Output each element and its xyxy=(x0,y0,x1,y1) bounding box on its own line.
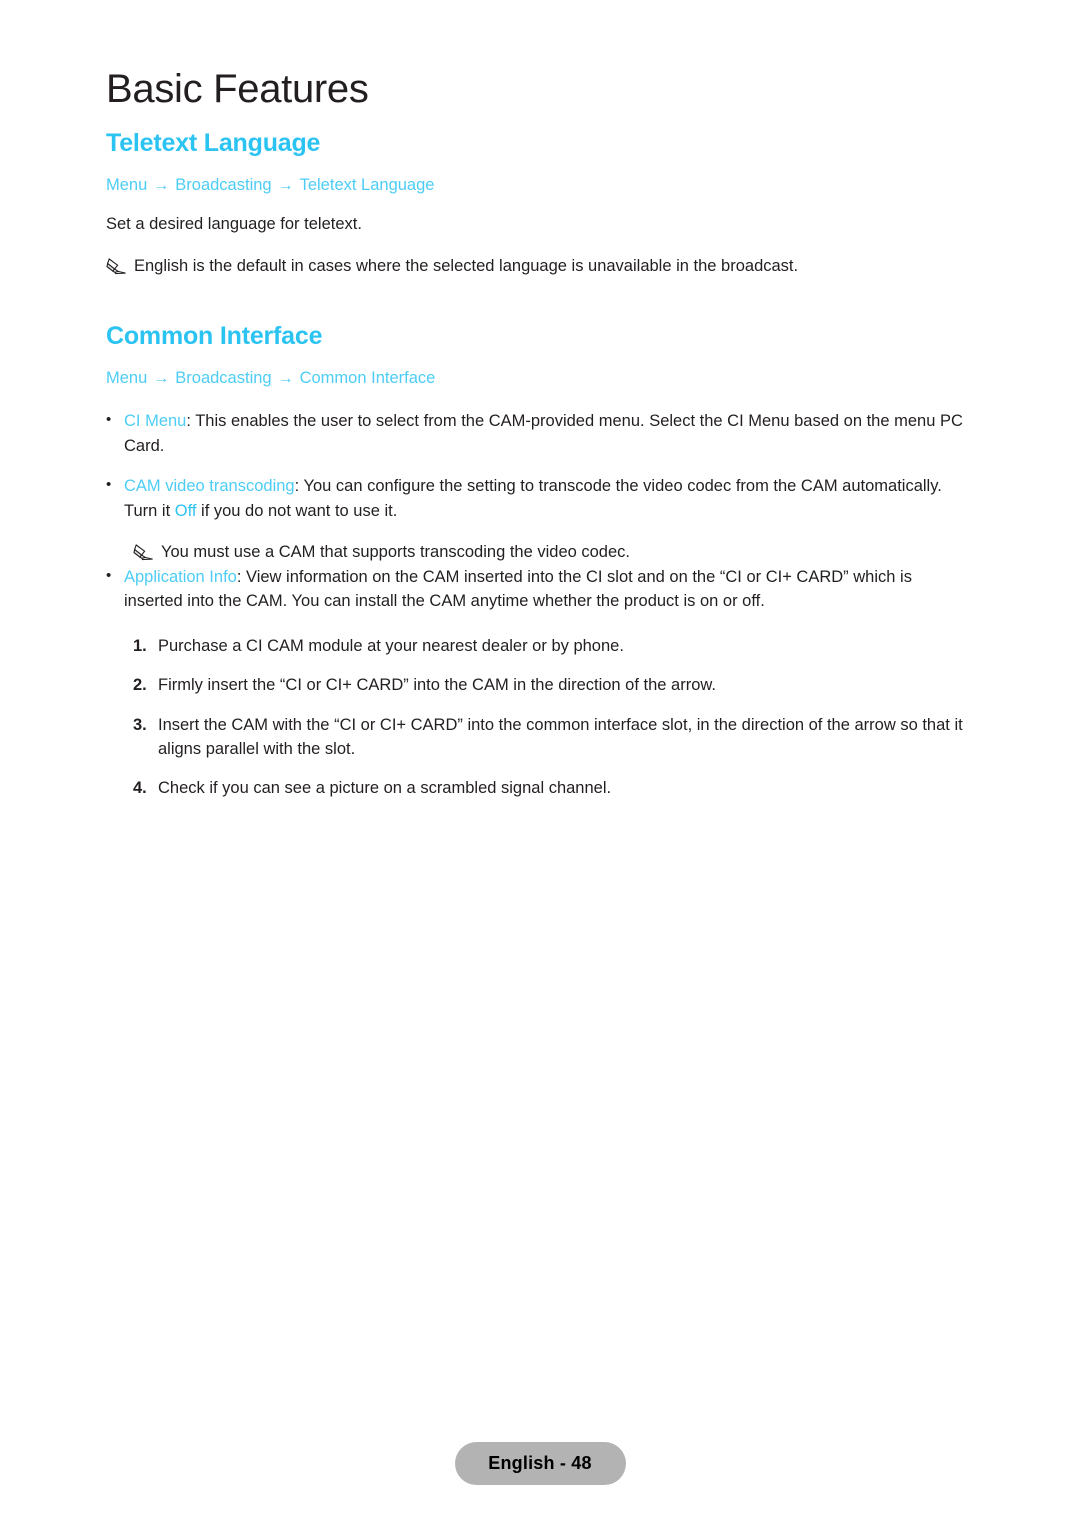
step-number: 2. xyxy=(133,676,147,695)
list-item-body: CAM video transcoding: You can configure… xyxy=(124,474,974,523)
breadcrumb-item-menu: Menu xyxy=(106,368,148,387)
step-item-2: 2. Firmly insert the “CI or CI+ CARD” in… xyxy=(133,673,974,697)
note-text: You must use a CAM that supports transco… xyxy=(161,543,630,562)
list-item-cam-video-transcoding: • CAM video transcoding: You can configu… xyxy=(106,474,974,523)
breadcrumb-item-teletext-language: Teletext Language xyxy=(299,176,435,194)
document-page: Basic Features Teletext Language Menu → Br… xyxy=(0,0,1080,1519)
section-heading-common-interface: Common Interface xyxy=(106,321,323,350)
step-text: Check if you can see a picture on a scra… xyxy=(158,779,612,798)
step-text: Purchase a CI CAM module at your nearest… xyxy=(158,636,624,655)
page-footer: English - 48 xyxy=(0,1442,1080,1485)
step-number: 3. xyxy=(133,715,147,734)
cam-installation-steps: 1. Purchase a CI CAM module at your near… xyxy=(133,634,974,801)
list-item-body: Application Info: View information on th… xyxy=(124,565,974,614)
step-number: 4. xyxy=(133,779,147,798)
step-item-1: 1. Purchase a CI CAM module at your near… xyxy=(133,634,974,658)
breadcrumb-item-broadcasting: Broadcasting xyxy=(175,368,272,387)
step-text: Firmly insert the “CI or CI+ CARD” into … xyxy=(158,676,716,695)
bullet-marker-icon: • xyxy=(106,411,112,429)
breadcrumb-item-broadcasting: Broadcasting xyxy=(175,176,272,194)
option-term-ci-menu: CI Menu xyxy=(124,412,187,431)
list-item-application-info: • Application Info: View information on … xyxy=(106,565,974,614)
step-item-4: 4. Check if you can see a picture on a s… xyxy=(133,776,974,800)
breadcrumb-item-menu: Menu xyxy=(106,176,148,194)
option-description-after: if you do not want to use it. xyxy=(196,501,398,520)
breadcrumb-arrow-icon: → xyxy=(153,369,170,387)
note-teletext-default-language: English is the default in cases where th… xyxy=(106,255,974,279)
list-item-ci-menu: • CI Menu: This enables the user to sele… xyxy=(106,409,974,458)
breadcrumb-teletext-language: Menu → Broadcasting → Teletext Language xyxy=(106,175,974,197)
pencil-icon xyxy=(106,257,128,277)
breadcrumb-arrow-icon: → xyxy=(277,369,294,387)
option-description: : View information on the CAM inserted i… xyxy=(124,567,912,611)
pencil-icon xyxy=(133,543,155,563)
step-number: 1. xyxy=(133,636,147,655)
note-text: English is the default in cases where th… xyxy=(134,256,799,275)
step-item-3: 3. Insert the CAM with the “CI or CI+ CA… xyxy=(133,713,974,762)
option-value-off: Off xyxy=(174,501,197,520)
breadcrumb-arrow-icon: → xyxy=(153,177,170,194)
section-heading-teletext-language: Teletext Language xyxy=(106,129,321,157)
common-interface-options-list: • CI Menu: This enables the user to sele… xyxy=(106,409,974,613)
option-description: : This enables the user to select from t… xyxy=(124,412,963,455)
page-number-badge: English - 48 xyxy=(454,1442,626,1485)
teletext-language-description: Set a desired language for teletext. xyxy=(106,214,362,233)
breadcrumb-item-common-interface: Common Interface xyxy=(299,368,436,387)
list-item-body: CI Menu: This enables the user to select… xyxy=(124,409,974,458)
step-text: Insert the CAM with the “CI or CI+ CARD”… xyxy=(158,715,963,759)
option-term-application-info: Application Info xyxy=(124,567,237,586)
option-term-cam-video-transcoding: CAM video transcoding xyxy=(124,477,295,496)
bullet-marker-icon: • xyxy=(106,476,112,494)
breadcrumb-common-interface: Menu → Broadcasting → Common Interface xyxy=(106,368,974,390)
bullet-marker-icon: • xyxy=(106,566,112,584)
chapter-title: Basic Features xyxy=(106,67,369,111)
breadcrumb-arrow-icon: → xyxy=(277,177,294,194)
note-cam-transcoding-support: You must use a CAM that supports transco… xyxy=(133,541,974,565)
